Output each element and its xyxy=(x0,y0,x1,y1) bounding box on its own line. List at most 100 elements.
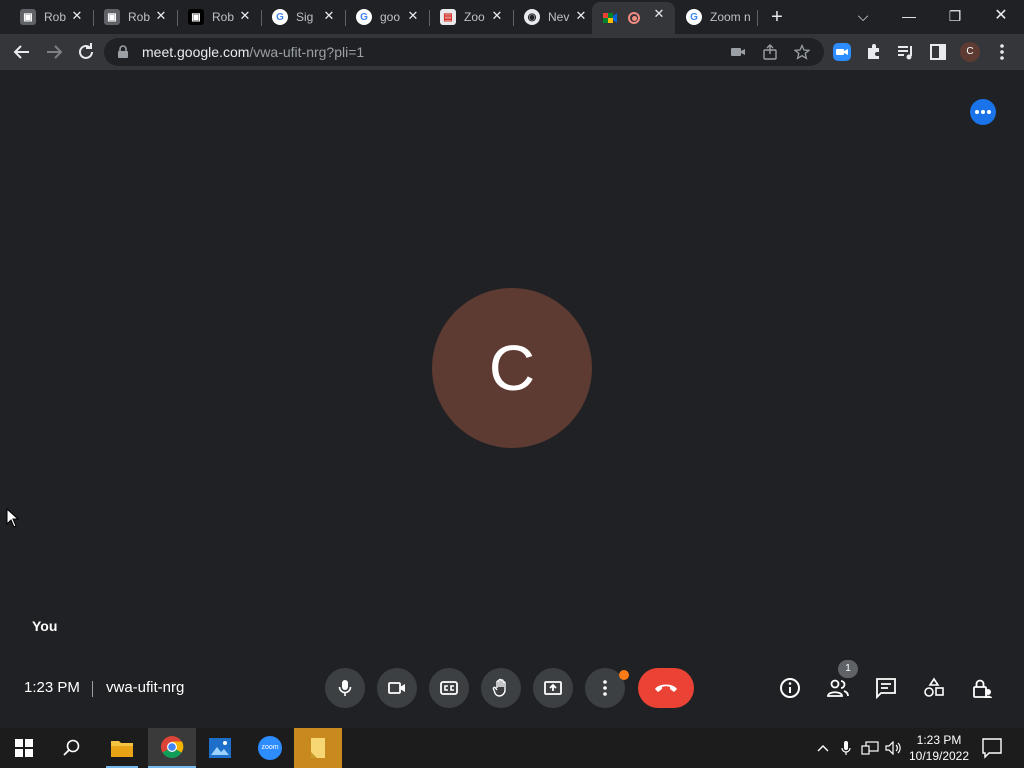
extensions-puzzle-icon[interactable] xyxy=(864,42,884,62)
window-close-button[interactable]: ✕ xyxy=(978,0,1024,32)
tab-6[interactable]: ◉ Nev ✕ xyxy=(514,4,597,30)
taskbar-photos[interactable] xyxy=(196,728,244,768)
more-options-icon[interactable] xyxy=(970,99,996,125)
tab-2[interactable]: ▣ Rob ✕ xyxy=(178,4,261,30)
close-icon[interactable]: ✕ xyxy=(651,6,667,22)
bookmark-star-icon[interactable] xyxy=(794,44,810,60)
share-icon[interactable] xyxy=(762,44,778,60)
close-icon[interactable]: ✕ xyxy=(237,8,253,24)
close-icon[interactable]: ✕ xyxy=(69,8,85,24)
chat-icon xyxy=(876,678,896,699)
camera-button[interactable] xyxy=(377,668,417,708)
clock-time: 1:23 PM xyxy=(916,733,962,747)
notification-dot xyxy=(619,670,629,680)
network-tray-button[interactable] xyxy=(860,728,880,768)
forward-button[interactable] xyxy=(40,38,68,66)
windows-logo-icon xyxy=(15,739,33,757)
minimize-button[interactable]: — xyxy=(886,0,932,32)
restore-button[interactable]: ❐ xyxy=(932,0,978,32)
tab-title: Rob xyxy=(212,10,234,24)
tab-5[interactable]: ▤ Zoo ✕ xyxy=(430,4,513,30)
camera-in-use-icon[interactable] xyxy=(730,44,746,60)
media-control-icon[interactable] xyxy=(896,42,916,62)
participant-count-badge: 1 xyxy=(838,660,858,678)
tab-0[interactable]: ▣ Rob ✕ xyxy=(10,4,93,30)
side-panel-icon[interactable] xyxy=(928,42,948,62)
present-screen-icon xyxy=(544,681,562,695)
notification-center-icon[interactable] xyxy=(980,736,1004,760)
tab-title: Nev xyxy=(548,10,570,24)
roblox-icon: ▣ xyxy=(20,9,36,25)
tab-title: Rob xyxy=(44,10,66,24)
reload-button[interactable] xyxy=(72,38,100,66)
microphone-tray-button[interactable] xyxy=(838,728,854,768)
browser-toolbar: meet.google.com/vwa-ufit-nrg?pli=1 C xyxy=(0,34,1024,70)
present-screen-button[interactable] xyxy=(533,668,573,708)
leave-call-button[interactable] xyxy=(638,668,694,708)
video-camera-icon xyxy=(388,682,405,694)
mouse-cursor-icon xyxy=(6,508,20,528)
taskbar-search-button[interactable] xyxy=(48,728,96,768)
browser-tab-strip: ▣ Rob ✕ ▣ Rob ✕ ▣ Rob ✕ G Sig ✕ G goo ✕ … xyxy=(0,0,1024,34)
roblox-icon: ▣ xyxy=(104,9,120,25)
chat-button[interactable] xyxy=(874,676,898,700)
windows-taskbar: zoom 1:23 PM 10/19/2022 xyxy=(0,728,1024,768)
chrome-menu-icon[interactable] xyxy=(992,42,1012,62)
clock-date: 10/19/2022 xyxy=(908,749,970,763)
start-button[interactable] xyxy=(0,728,48,768)
tab-title: Rob xyxy=(128,10,150,24)
roblox-dark-icon: ▣ xyxy=(188,9,204,25)
close-icon[interactable]: ✕ xyxy=(321,8,337,24)
taskbar-zoom[interactable]: zoom xyxy=(246,728,294,768)
tab-8[interactable]: G Zoom n xyxy=(676,4,759,30)
raise-hand-button[interactable] xyxy=(481,668,521,708)
meet-icon xyxy=(602,10,618,26)
new-tab-button[interactable]: + xyxy=(766,6,788,28)
tab-7-active[interactable]: ✕ xyxy=(592,2,675,34)
volume-tray-button[interactable] xyxy=(884,728,904,768)
url-domain: meet.google.com xyxy=(142,44,250,60)
taskbar-chrome[interactable] xyxy=(148,728,196,768)
zoom-app-icon: zoom xyxy=(258,736,282,760)
sticky-notes-icon xyxy=(311,738,325,758)
people-button[interactable] xyxy=(826,676,850,700)
close-icon[interactable]: ✕ xyxy=(405,8,421,24)
tab-search-icon[interactable]: ⌵ xyxy=(840,0,886,32)
close-icon[interactable]: ✕ xyxy=(573,8,589,24)
speaker-icon xyxy=(885,741,901,755)
google-icon: G xyxy=(356,9,372,25)
close-icon[interactable]: ✕ xyxy=(153,8,169,24)
arrow-right-icon xyxy=(47,45,63,59)
meeting-details-button[interactable] xyxy=(778,676,802,700)
chrome-icon: ◉ xyxy=(524,9,540,25)
taskbar-clock[interactable]: 1:23 PM 10/19/2022 xyxy=(904,732,974,764)
meeting-stage: C You 1:23 PM vwa-ufit-nrg 1 xyxy=(0,70,1024,728)
captions-button[interactable] xyxy=(429,668,469,708)
tab-title: goo xyxy=(380,10,401,24)
microphone-button[interactable] xyxy=(325,668,365,708)
activities-button[interactable] xyxy=(922,676,946,700)
tab-3[interactable]: G Sig ✕ xyxy=(262,4,345,30)
lock-person-icon xyxy=(973,679,992,698)
meeting-time: 1:23 PM xyxy=(24,679,80,696)
microphone-icon xyxy=(338,680,352,696)
close-icon[interactable]: ✕ xyxy=(489,8,505,24)
host-controls-button[interactable] xyxy=(970,676,994,700)
url-text: meet.google.com/vwa-ufit-nrg?pli=1 xyxy=(142,44,364,60)
lock-icon[interactable] xyxy=(116,45,130,59)
tab-1[interactable]: ▣ Rob ✕ xyxy=(94,4,177,30)
people-icon xyxy=(827,679,849,697)
search-icon xyxy=(63,739,80,756)
back-button[interactable] xyxy=(8,38,36,66)
tab-title: Zoo xyxy=(464,10,485,24)
tab-divider xyxy=(757,10,758,26)
address-bar[interactable]: meet.google.com/vwa-ufit-nrg?pli=1 xyxy=(104,38,824,66)
tab-4[interactable]: G goo ✕ xyxy=(346,4,429,30)
profile-avatar[interactable]: C xyxy=(960,42,980,62)
taskbar-file-explorer[interactable] xyxy=(98,728,146,768)
taskbar-sticky-app[interactable] xyxy=(294,728,342,768)
show-hidden-icons-button[interactable] xyxy=(814,728,832,768)
zoom-extension-icon[interactable] xyxy=(832,42,852,62)
meeting-code: vwa-ufit-nrg xyxy=(106,679,185,696)
photos-icon xyxy=(209,738,231,758)
